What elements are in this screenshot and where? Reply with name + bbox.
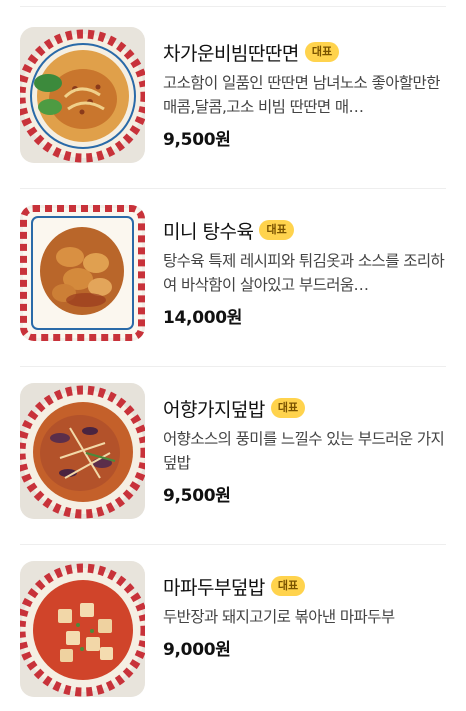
menu-item-description: 어향소스의 풍미를 느낄수 있는 부드러운 가지 덮밥 [163,430,445,472]
menu-item-info: 어향가지덮밥 대표 어향소스의 풍미를 느낄수 있는 부드러운 가지 덮밥 9,… [163,393,453,506]
signature-badge: 대표 [270,576,306,596]
menu-item-name: 차가운비빔딴딴면 [163,42,299,65]
menu-item-title-row: 어향가지덮밥 대표 [163,393,453,423]
signature-badge: 대표 [259,220,294,240]
menu-list: 차가운비빔딴딴면 대표 고소함이 일품인 딴딴면 남녀노소 좋아할만한 매콤,달… [0,0,466,711]
menu-item-price: 9,500원 [163,486,231,506]
menu-item-photo [20,561,145,697]
menu-item-description: 탕수육 특제 레시피와 튀김옷과 소스를 조리하여 바삭함이 살아있고 부드러움… [163,252,445,294]
signature-badge: 대표 [304,42,340,62]
menu-item[interactable]: 어향가지덮밥 대표 어향소스의 풍미를 느낄수 있는 부드러운 가지 덮밥 9,… [20,383,446,545]
menu-item-info: 차가운비빔딴딴면 대표 고소함이 일품인 딴딴면 남녀노소 좋아할만한 매콤,달… [163,37,453,150]
menu-item-price: 9,000원 [163,640,231,660]
mapo-tofu-image [20,561,145,697]
menu-item-price: 14,000원 [163,308,243,328]
sweet-sour-pork-image [20,205,145,341]
cold-noodles-image [20,27,145,163]
menu-item[interactable]: 차가운비빔딴딴면 대표 고소함이 일품인 딴딴면 남녀노소 좋아할만한 매콤,달… [20,27,446,189]
menu-item-title-row: 미니 탕수육 대표 [163,215,453,245]
menu-item-price: 9,500원 [163,130,231,150]
menu-item[interactable]: 마파두부덮밥 대표 두반장과 돼지고기로 볶아낸 마파두부 9,000원 [20,561,446,701]
menu-item-photo [20,205,145,341]
menu-item-name: 미니 탕수육 [163,220,254,243]
menu-item-photo [20,27,145,163]
item-divider [20,366,446,367]
menu-item-name: 마파두부덮밥 [163,576,265,599]
menu-item-title-row: 마파두부덮밥 대표 [163,571,453,601]
menu-item[interactable]: 미니 탕수육 대표 탕수육 특제 레시피와 튀김옷과 소스를 조리하여 바삭함이… [20,205,446,367]
menu-item-description: 두반장과 돼지고기로 볶아낸 마파두부 [163,608,395,626]
menu-item-info: 마파두부덮밥 대표 두반장과 돼지고기로 볶아낸 마파두부 9,000원 [163,571,453,660]
menu-item-photo [20,383,145,519]
menu-item-info: 미니 탕수육 대표 탕수육 특제 레시피와 튀김옷과 소스를 조리하여 바삭함이… [163,215,453,328]
item-divider [20,188,446,189]
menu-item-title-row: 차가운비빔딴딴면 대표 [163,37,453,67]
item-divider [20,544,446,545]
menu-item-description: 고소함이 일품인 딴딴면 남녀노소 좋아할만한 매콤,달콤,고소 비빔 딴딴면 … [163,74,440,116]
signature-badge: 대표 [270,398,306,418]
menu-item-name: 어향가지덮밥 [163,398,265,421]
eggplant-rice-image [20,383,145,519]
